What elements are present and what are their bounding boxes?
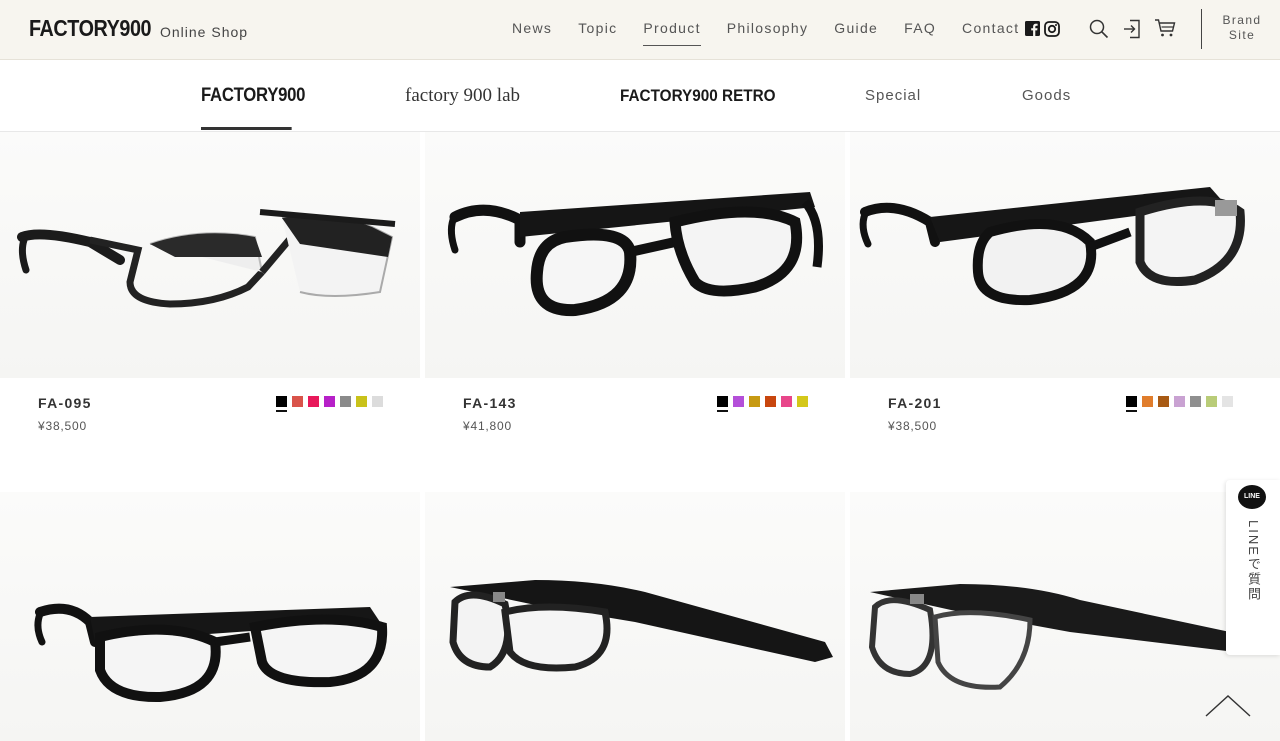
color-swatch[interactable] bbox=[797, 396, 808, 407]
nav-product[interactable]: Product bbox=[630, 0, 713, 60]
search-icon[interactable] bbox=[1089, 19, 1109, 39]
main-nav: News Topic Product Philosophy Guide FAQ … bbox=[499, 0, 1032, 60]
color-swatch[interactable] bbox=[1126, 396, 1137, 407]
line-chat-tab[interactable]: LINE LINEで質問 bbox=[1226, 480, 1280, 655]
brand-site-link[interactable]: Brand Site bbox=[1216, 13, 1268, 43]
color-swatch[interactable] bbox=[276, 396, 287, 407]
color-swatch[interactable] bbox=[324, 396, 335, 407]
nav-philosophy[interactable]: Philosophy bbox=[714, 0, 822, 60]
tab-goods[interactable]: Goods bbox=[1022, 72, 1071, 130]
color-swatch[interactable] bbox=[781, 396, 792, 407]
selected-swatch-indicator bbox=[276, 410, 287, 412]
color-swatches bbox=[717, 396, 813, 407]
brand-divider bbox=[1201, 9, 1202, 49]
product-name[interactable]: FA-143 bbox=[463, 395, 517, 411]
color-swatch[interactable] bbox=[1190, 396, 1201, 407]
color-swatch[interactable] bbox=[356, 396, 367, 407]
tab-factory900[interactable]: FACTORY900 bbox=[201, 72, 305, 130]
product-image[interactable] bbox=[0, 132, 420, 378]
scroll-top-icon[interactable] bbox=[1204, 692, 1252, 720]
product-image[interactable] bbox=[425, 492, 845, 741]
color-swatch[interactable] bbox=[733, 396, 744, 407]
logo[interactable]: FACTORY900 bbox=[29, 15, 152, 42]
tab-factory900-lab[interactable]: factory 900 lab bbox=[405, 72, 520, 130]
product-image[interactable] bbox=[850, 132, 1280, 378]
color-swatch[interactable] bbox=[292, 396, 303, 407]
color-swatch[interactable] bbox=[308, 396, 319, 407]
category-nav: FACTORY900 factory 900 lab FACTORY900 RE… bbox=[0, 72, 1280, 132]
line-tab-label: LINEで質問 bbox=[1246, 520, 1261, 602]
site-header: FACTORY900 Online Shop News Topic Produc… bbox=[0, 0, 1280, 60]
product-image[interactable] bbox=[425, 132, 845, 378]
selected-swatch-indicator bbox=[717, 410, 728, 412]
color-swatch[interactable] bbox=[340, 396, 351, 407]
nav-contact[interactable]: Contact bbox=[949, 0, 1032, 60]
instagram-icon[interactable] bbox=[1044, 21, 1060, 37]
brand-site-line1: Brand bbox=[1222, 13, 1262, 27]
tab-factory900-retro[interactable]: FACTORY900 RETRO bbox=[620, 72, 776, 130]
color-swatch[interactable] bbox=[749, 396, 760, 407]
product-name[interactable]: FA-095 bbox=[38, 395, 92, 411]
facebook-icon[interactable] bbox=[1025, 21, 1040, 36]
color-swatch[interactable] bbox=[1142, 396, 1153, 407]
color-swatch[interactable] bbox=[372, 396, 383, 407]
nav-news[interactable]: News bbox=[499, 0, 565, 60]
color-swatch[interactable] bbox=[1206, 396, 1217, 407]
selected-swatch-indicator bbox=[1126, 410, 1137, 412]
product-image[interactable] bbox=[0, 492, 420, 741]
color-swatch[interactable] bbox=[1174, 396, 1185, 407]
line-icon: LINE bbox=[1238, 485, 1266, 509]
color-swatch[interactable] bbox=[765, 396, 776, 407]
tab-special[interactable]: Special bbox=[865, 72, 921, 130]
product-name[interactable]: FA-201 bbox=[888, 395, 942, 411]
color-swatch[interactable] bbox=[1222, 396, 1233, 407]
nav-faq[interactable]: FAQ bbox=[891, 0, 949, 60]
color-swatches bbox=[276, 396, 388, 407]
product-price: ¥41,800 bbox=[463, 419, 512, 433]
brand-site-line2: Site bbox=[1228, 28, 1256, 42]
nav-topic[interactable]: Topic bbox=[565, 0, 630, 60]
nav-guide[interactable]: Guide bbox=[821, 0, 891, 60]
login-icon[interactable] bbox=[1123, 19, 1141, 39]
color-swatches bbox=[1126, 396, 1238, 407]
cart-icon[interactable] bbox=[1154, 18, 1176, 38]
color-swatch[interactable] bbox=[1158, 396, 1169, 407]
logo-subtitle: Online Shop bbox=[160, 24, 249, 40]
color-swatch[interactable] bbox=[717, 396, 728, 407]
product-price: ¥38,500 bbox=[38, 419, 87, 433]
product-price: ¥38,500 bbox=[888, 419, 937, 433]
